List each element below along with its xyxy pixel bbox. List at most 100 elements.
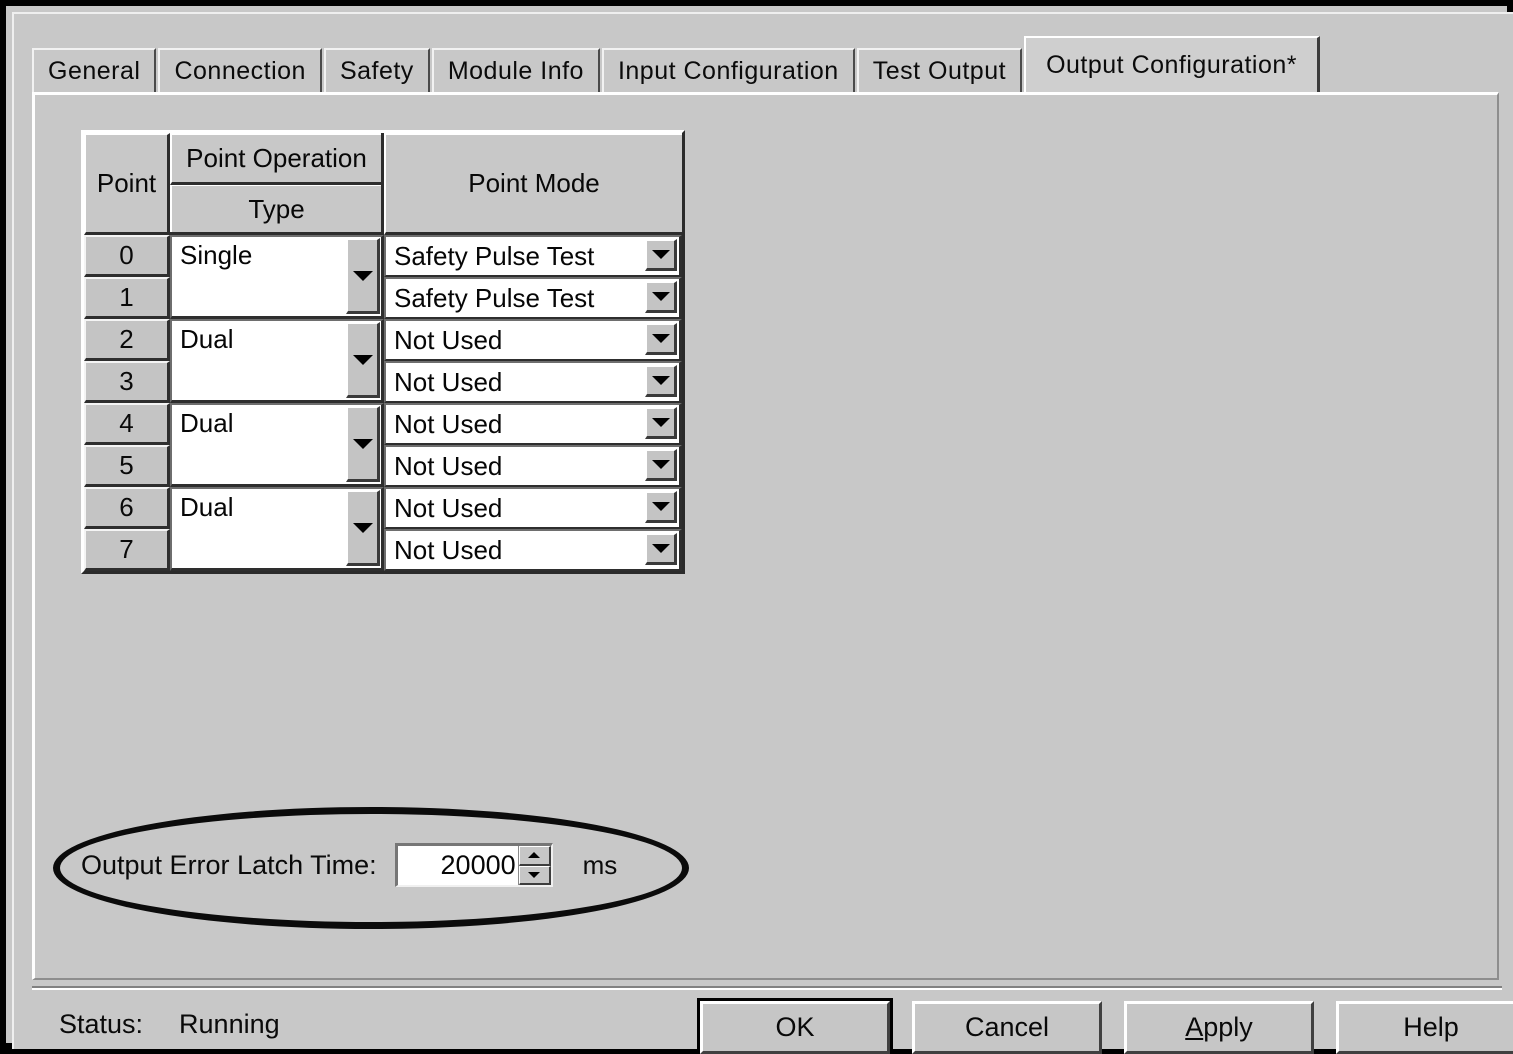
chevron-down-icon[interactable]	[346, 490, 380, 566]
status-value: Running	[179, 1009, 280, 1039]
output-configuration-panel: Point Point Operation Type Point Mode 0 …	[32, 92, 1499, 980]
tab-general[interactable]: General	[32, 48, 157, 92]
output-error-latch-time-input[interactable]: 20000	[397, 846, 518, 885]
output-error-latch-time-label: Output Error Latch Time:	[81, 849, 377, 880]
image-border: General Connection Safety Module Info In…	[0, 0, 1513, 1054]
module-properties-dialog: General Connection Safety Module Info In…	[12, 12, 1513, 1054]
apply-button[interactable]: Apply	[1124, 1001, 1314, 1054]
point-mode-value: Not Used	[394, 324, 503, 355]
point-mode-value: Not Used	[394, 492, 503, 523]
header-point-operation-group: Point Operation Type	[170, 133, 384, 235]
point-number-cell[interactable]: 6	[84, 487, 170, 529]
latch-time-units-label: ms	[582, 849, 618, 880]
point-mode-combo[interactable]: Safety Pulse Test	[384, 277, 682, 319]
point-operation-type-combo[interactable]: Single	[170, 235, 384, 319]
header-type: Type	[170, 185, 381, 232]
tab-output-configuration[interactable]: Output Configuration*	[1024, 36, 1321, 92]
point-number-cells: 2 3	[84, 319, 170, 403]
help-button-label: Help	[1403, 1012, 1459, 1042]
chevron-down-icon[interactable]	[645, 449, 677, 481]
chevron-down-glyph	[651, 460, 670, 469]
chevron-down-icon[interactable]	[645, 239, 677, 271]
chevron-down-icon[interactable]	[645, 365, 677, 397]
chevron-down-icon[interactable]	[645, 407, 677, 439]
chevron-down-icon[interactable]	[645, 533, 677, 565]
dialog-button-row: OK Cancel Apply Help	[697, 998, 1513, 1054]
point-number-cell[interactable]: 0	[84, 235, 170, 277]
cancel-button[interactable]: Cancel	[912, 1001, 1102, 1054]
point-number-cells: 6 7	[84, 487, 170, 571]
point-mode-cells: Not Used Not Used	[384, 487, 682, 571]
point-mode-combo[interactable]: Not Used	[384, 403, 682, 445]
table-row: 0 1 Single Safety Pulse Test Safety Puls…	[84, 235, 682, 319]
stepper-buttons	[517, 846, 551, 885]
help-button[interactable]: Help	[1336, 1001, 1513, 1054]
point-number-cell[interactable]: 4	[84, 403, 170, 445]
chevron-down-glyph	[651, 334, 670, 343]
point-mode-cells: Not Used Not Used	[384, 319, 682, 403]
point-mode-combo[interactable]: Not Used	[384, 487, 682, 529]
point-number-cell[interactable]: 7	[84, 529, 170, 571]
point-number-cell[interactable]: 2	[84, 319, 170, 361]
chevron-down-icon[interactable]	[645, 323, 677, 355]
point-operation-type-value: Single	[180, 240, 253, 270]
caret-up-icon	[528, 852, 541, 859]
output-points-grid: Point Point Operation Type Point Mode 0 …	[81, 130, 685, 574]
footer-separator	[32, 986, 1502, 990]
chevron-down-icon[interactable]	[645, 491, 677, 523]
point-mode-combo[interactable]: Not Used	[384, 529, 682, 571]
point-mode-combo[interactable]: Safety Pulse Test	[384, 235, 682, 277]
point-number-cell[interactable]: 5	[84, 445, 170, 487]
chevron-down-icon[interactable]	[346, 406, 380, 482]
apply-button-accel: A	[1185, 1012, 1204, 1042]
point-mode-combo[interactable]: Not Used	[384, 445, 682, 487]
point-mode-value: Safety Pulse Test	[394, 282, 595, 313]
point-operation-type-value: Dual	[180, 324, 234, 354]
point-mode-value: Safety Pulse Test	[394, 240, 595, 271]
output-error-latch-time-stepper[interactable]: 20000	[394, 843, 553, 887]
point-mode-value: Not Used	[394, 408, 503, 439]
chevron-down-icon[interactable]	[346, 322, 380, 398]
point-mode-cells: Not Used Not Used	[384, 403, 682, 487]
point-mode-combo[interactable]: Not Used	[384, 319, 682, 361]
point-number-cells: 4 5	[84, 403, 170, 487]
point-mode-combo[interactable]: Not Used	[384, 361, 682, 403]
point-number-cell[interactable]: 3	[84, 361, 170, 403]
chevron-down-glyph	[651, 250, 670, 259]
tab-strip: General Connection Safety Module Info In…	[32, 36, 1502, 92]
tab-label: Input Configuration	[617, 56, 839, 85]
chevron-down-glyph	[651, 418, 670, 427]
tab-label: Output Configuration*	[1046, 50, 1298, 79]
point-number-cell[interactable]: 1	[84, 277, 170, 319]
grid-header-row: Point Point Operation Type Point Mode	[84, 133, 682, 235]
point-operation-type-combo[interactable]: Dual	[170, 487, 384, 571]
stepper-down-button[interactable]	[518, 865, 551, 885]
tab-test-output[interactable]: Test Output	[856, 48, 1023, 92]
ok-button-label: OK	[775, 1012, 815, 1042]
tab-label: Safety	[339, 56, 414, 85]
tab-label: General	[48, 56, 141, 85]
chevron-down-icon[interactable]	[346, 238, 380, 314]
status-bar: Status: Running	[59, 1009, 280, 1040]
chevron-down-glyph	[352, 438, 373, 449]
header-point-mode: Point Mode	[384, 133, 682, 235]
point-mode-value: Not Used	[394, 450, 503, 481]
tab-module-info[interactable]: Module Info	[431, 48, 600, 92]
chevron-down-glyph	[651, 376, 670, 385]
cancel-button-label: Cancel	[964, 1012, 1050, 1042]
point-operation-type-combo[interactable]: Dual	[170, 319, 384, 403]
apply-button-label: pply	[1203, 1012, 1253, 1042]
ok-button[interactable]: OK	[697, 998, 893, 1054]
stepper-up-button[interactable]	[518, 846, 551, 866]
point-mode-value: Not Used	[394, 534, 503, 565]
tab-safety[interactable]: Safety	[323, 48, 430, 92]
tab-label: Module Info	[447, 56, 584, 85]
chevron-down-glyph	[651, 502, 670, 511]
chevron-down-glyph	[651, 544, 670, 553]
point-operation-type-combo[interactable]: Dual	[170, 403, 384, 487]
tab-input-configuration[interactable]: Input Configuration	[601, 48, 855, 92]
chevron-down-glyph	[352, 354, 373, 365]
header-point-operation: Point Operation	[170, 133, 381, 185]
chevron-down-icon[interactable]	[645, 281, 677, 313]
tab-connection[interactable]: Connection	[158, 48, 322, 92]
